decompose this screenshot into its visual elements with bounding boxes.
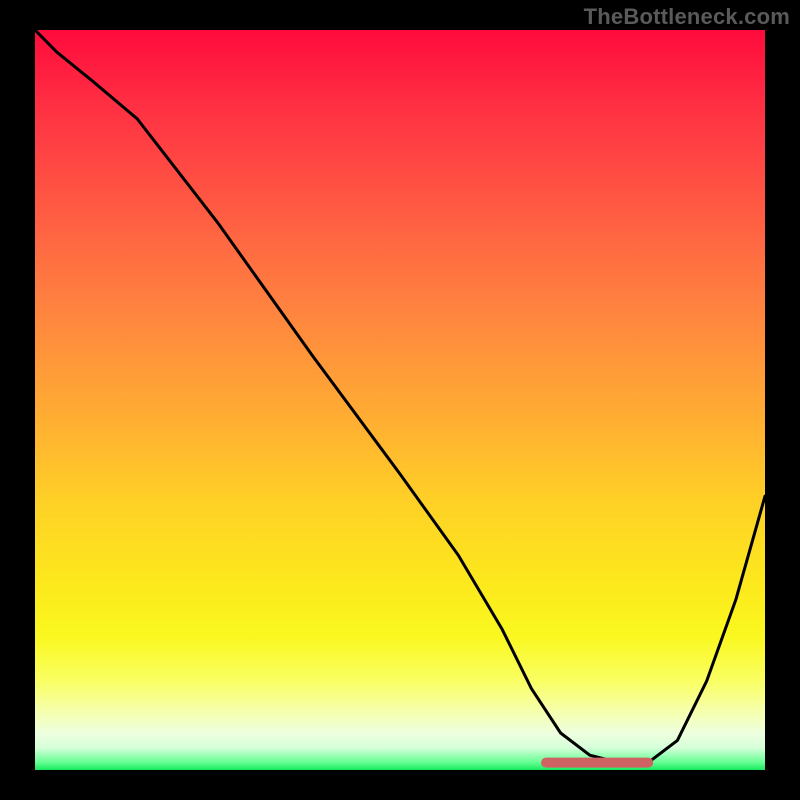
plot-area xyxy=(35,30,765,770)
flat-segment xyxy=(35,30,765,770)
watermark-text: TheBottleneck.com xyxy=(584,4,790,30)
chart-frame: TheBottleneck.com xyxy=(0,0,800,800)
